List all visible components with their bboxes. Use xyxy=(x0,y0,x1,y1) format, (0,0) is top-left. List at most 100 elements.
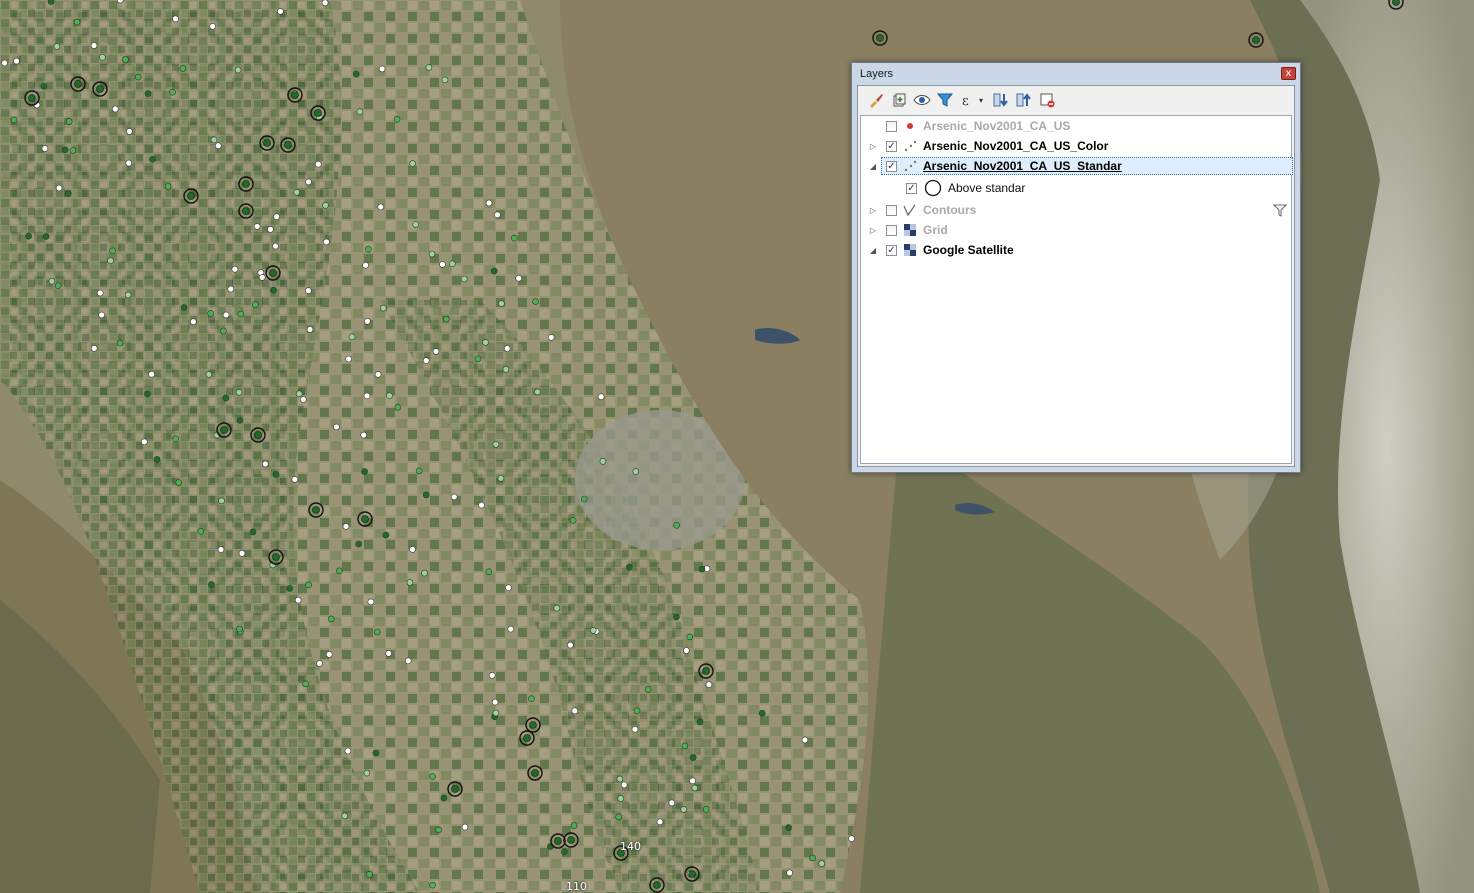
sample-point xyxy=(644,686,652,693)
sample-point xyxy=(702,667,710,675)
layer-tree[interactable]: Arsenic_Nov2001_CA_US ▷ ✓ Arsenic_Nov200… xyxy=(860,115,1293,464)
sample-point xyxy=(450,493,458,501)
sample-point xyxy=(668,799,676,807)
sample-point xyxy=(345,355,352,363)
sample-point xyxy=(302,680,309,688)
sample-point xyxy=(382,531,390,539)
sample-point xyxy=(673,613,680,621)
expand-arrow-icon[interactable]: ▷ xyxy=(869,206,877,215)
sample-point xyxy=(252,301,259,309)
sample-point xyxy=(482,339,489,346)
legend-item-checkbox[interactable]: ✓ xyxy=(906,182,917,194)
add-group-icon[interactable] xyxy=(889,90,909,110)
sample-point xyxy=(294,596,302,604)
sample-point xyxy=(352,70,360,78)
sample-point xyxy=(344,747,352,755)
sample-point xyxy=(10,116,18,124)
layer-visibility-checkbox[interactable]: ✓ xyxy=(886,244,897,256)
filter-legend-icon[interactable] xyxy=(935,90,955,110)
sample-point xyxy=(490,267,498,275)
sample-point xyxy=(364,245,372,253)
sample-point xyxy=(523,734,531,742)
layer-row-arsenic[interactable]: Arsenic_Nov2001_CA_US xyxy=(861,116,1291,136)
expand-arrow-icon[interactable]: ▷ xyxy=(869,142,877,151)
layer-visibility-checkbox[interactable] xyxy=(886,224,897,236)
sample-point xyxy=(175,479,182,486)
layer-visibility-checkbox[interactable]: ✓ xyxy=(886,160,897,172)
layer-row-google-satellite[interactable]: ◢ ✓ Google Satellite xyxy=(861,240,1291,260)
remove-layer-icon[interactable] xyxy=(1037,90,1057,110)
sample-point xyxy=(65,118,73,125)
layer-row-grid[interactable]: ▷ Grid xyxy=(861,220,1291,240)
expand-all-icon[interactable] xyxy=(991,90,1011,110)
sample-point xyxy=(272,471,280,478)
filter-icon[interactable] xyxy=(1272,203,1288,217)
sample-point xyxy=(510,234,518,242)
sample-point xyxy=(47,0,55,5)
sample-point xyxy=(386,392,393,400)
sample-point xyxy=(25,232,32,240)
layer-visibility-checkbox[interactable] xyxy=(886,204,897,216)
sample-point xyxy=(786,869,793,877)
layer-name: Grid xyxy=(923,223,948,237)
layers-panel-body: ε ▾ Arsenic_Nov2001_CA_US ▷ ✓ Arsenic_No… xyxy=(857,85,1295,467)
sample-point xyxy=(409,546,416,553)
sample-point xyxy=(631,725,639,733)
expand-arrow-icon[interactable]: ▷ xyxy=(869,226,877,235)
sample-point xyxy=(291,476,299,483)
sample-point xyxy=(422,491,430,499)
layers-panel[interactable]: Layers x ε ▾ Arsenic_Nov2001_CA_US ▷ ✓ A… xyxy=(851,62,1301,473)
style-brush-icon[interactable] xyxy=(866,90,886,110)
sample-point xyxy=(322,202,329,209)
sample-point xyxy=(342,523,350,530)
sample-point xyxy=(153,456,161,463)
sample-point xyxy=(554,837,562,845)
sample-point xyxy=(366,870,373,878)
collapse-arrow-icon[interactable]: ◢ xyxy=(869,162,877,171)
sample-point xyxy=(686,633,694,641)
sample-point xyxy=(485,199,493,207)
layer-row-contours[interactable]: ▷ Contours xyxy=(861,200,1291,220)
sample-point xyxy=(172,15,179,23)
sample-point xyxy=(683,647,690,654)
sample-point xyxy=(441,76,449,84)
layer-visibility-checkbox[interactable] xyxy=(886,120,897,132)
sample-point xyxy=(300,396,307,403)
legend-item-above-standar[interactable]: ✓ Above standar xyxy=(861,178,1291,198)
sample-point xyxy=(393,116,401,123)
layer-row-arsenic-color[interactable]: ▷ ✓ Arsenic_Nov2001_CA_US_Color xyxy=(861,136,1291,156)
collapse-all-icon[interactable] xyxy=(1014,90,1034,110)
sample-point xyxy=(107,257,114,265)
visibility-eye-icon[interactable] xyxy=(912,90,932,110)
sample-point xyxy=(534,388,541,396)
sample-point xyxy=(218,497,225,505)
sample-point xyxy=(236,625,243,633)
svg-text:ε: ε xyxy=(962,94,969,108)
sample-point xyxy=(361,468,368,475)
sample-point xyxy=(348,333,356,341)
sample-point xyxy=(284,141,292,149)
layer-row-arsenic-standar[interactable]: ◢ ✓ Arsenic_Nov2001_CA_US_Standar xyxy=(861,156,1293,176)
sample-point xyxy=(55,184,63,192)
sample-point xyxy=(1,59,8,67)
sample-point xyxy=(96,85,104,93)
filter-expression-icon[interactable]: ε xyxy=(958,90,978,110)
sample-point xyxy=(362,261,369,269)
sample-point xyxy=(207,310,214,317)
sample-point xyxy=(197,527,204,535)
collapse-arrow-icon[interactable]: ◢ xyxy=(869,246,877,255)
sample-point xyxy=(599,457,607,465)
sample-point xyxy=(249,528,257,536)
sample-point xyxy=(53,43,61,50)
sample-point xyxy=(415,467,423,475)
sample-point xyxy=(356,108,364,115)
sample-point xyxy=(305,581,312,589)
sample-point xyxy=(314,160,322,168)
sample-point xyxy=(507,625,515,633)
sample-point xyxy=(272,242,279,250)
sample-point xyxy=(448,260,456,268)
layer-name: Arsenic_Nov2001_CA_US_Color xyxy=(923,139,1109,153)
chevron-down-icon[interactable]: ▾ xyxy=(979,96,987,105)
layer-visibility-checkbox[interactable]: ✓ xyxy=(886,140,897,152)
close-button[interactable]: x xyxy=(1281,67,1296,80)
